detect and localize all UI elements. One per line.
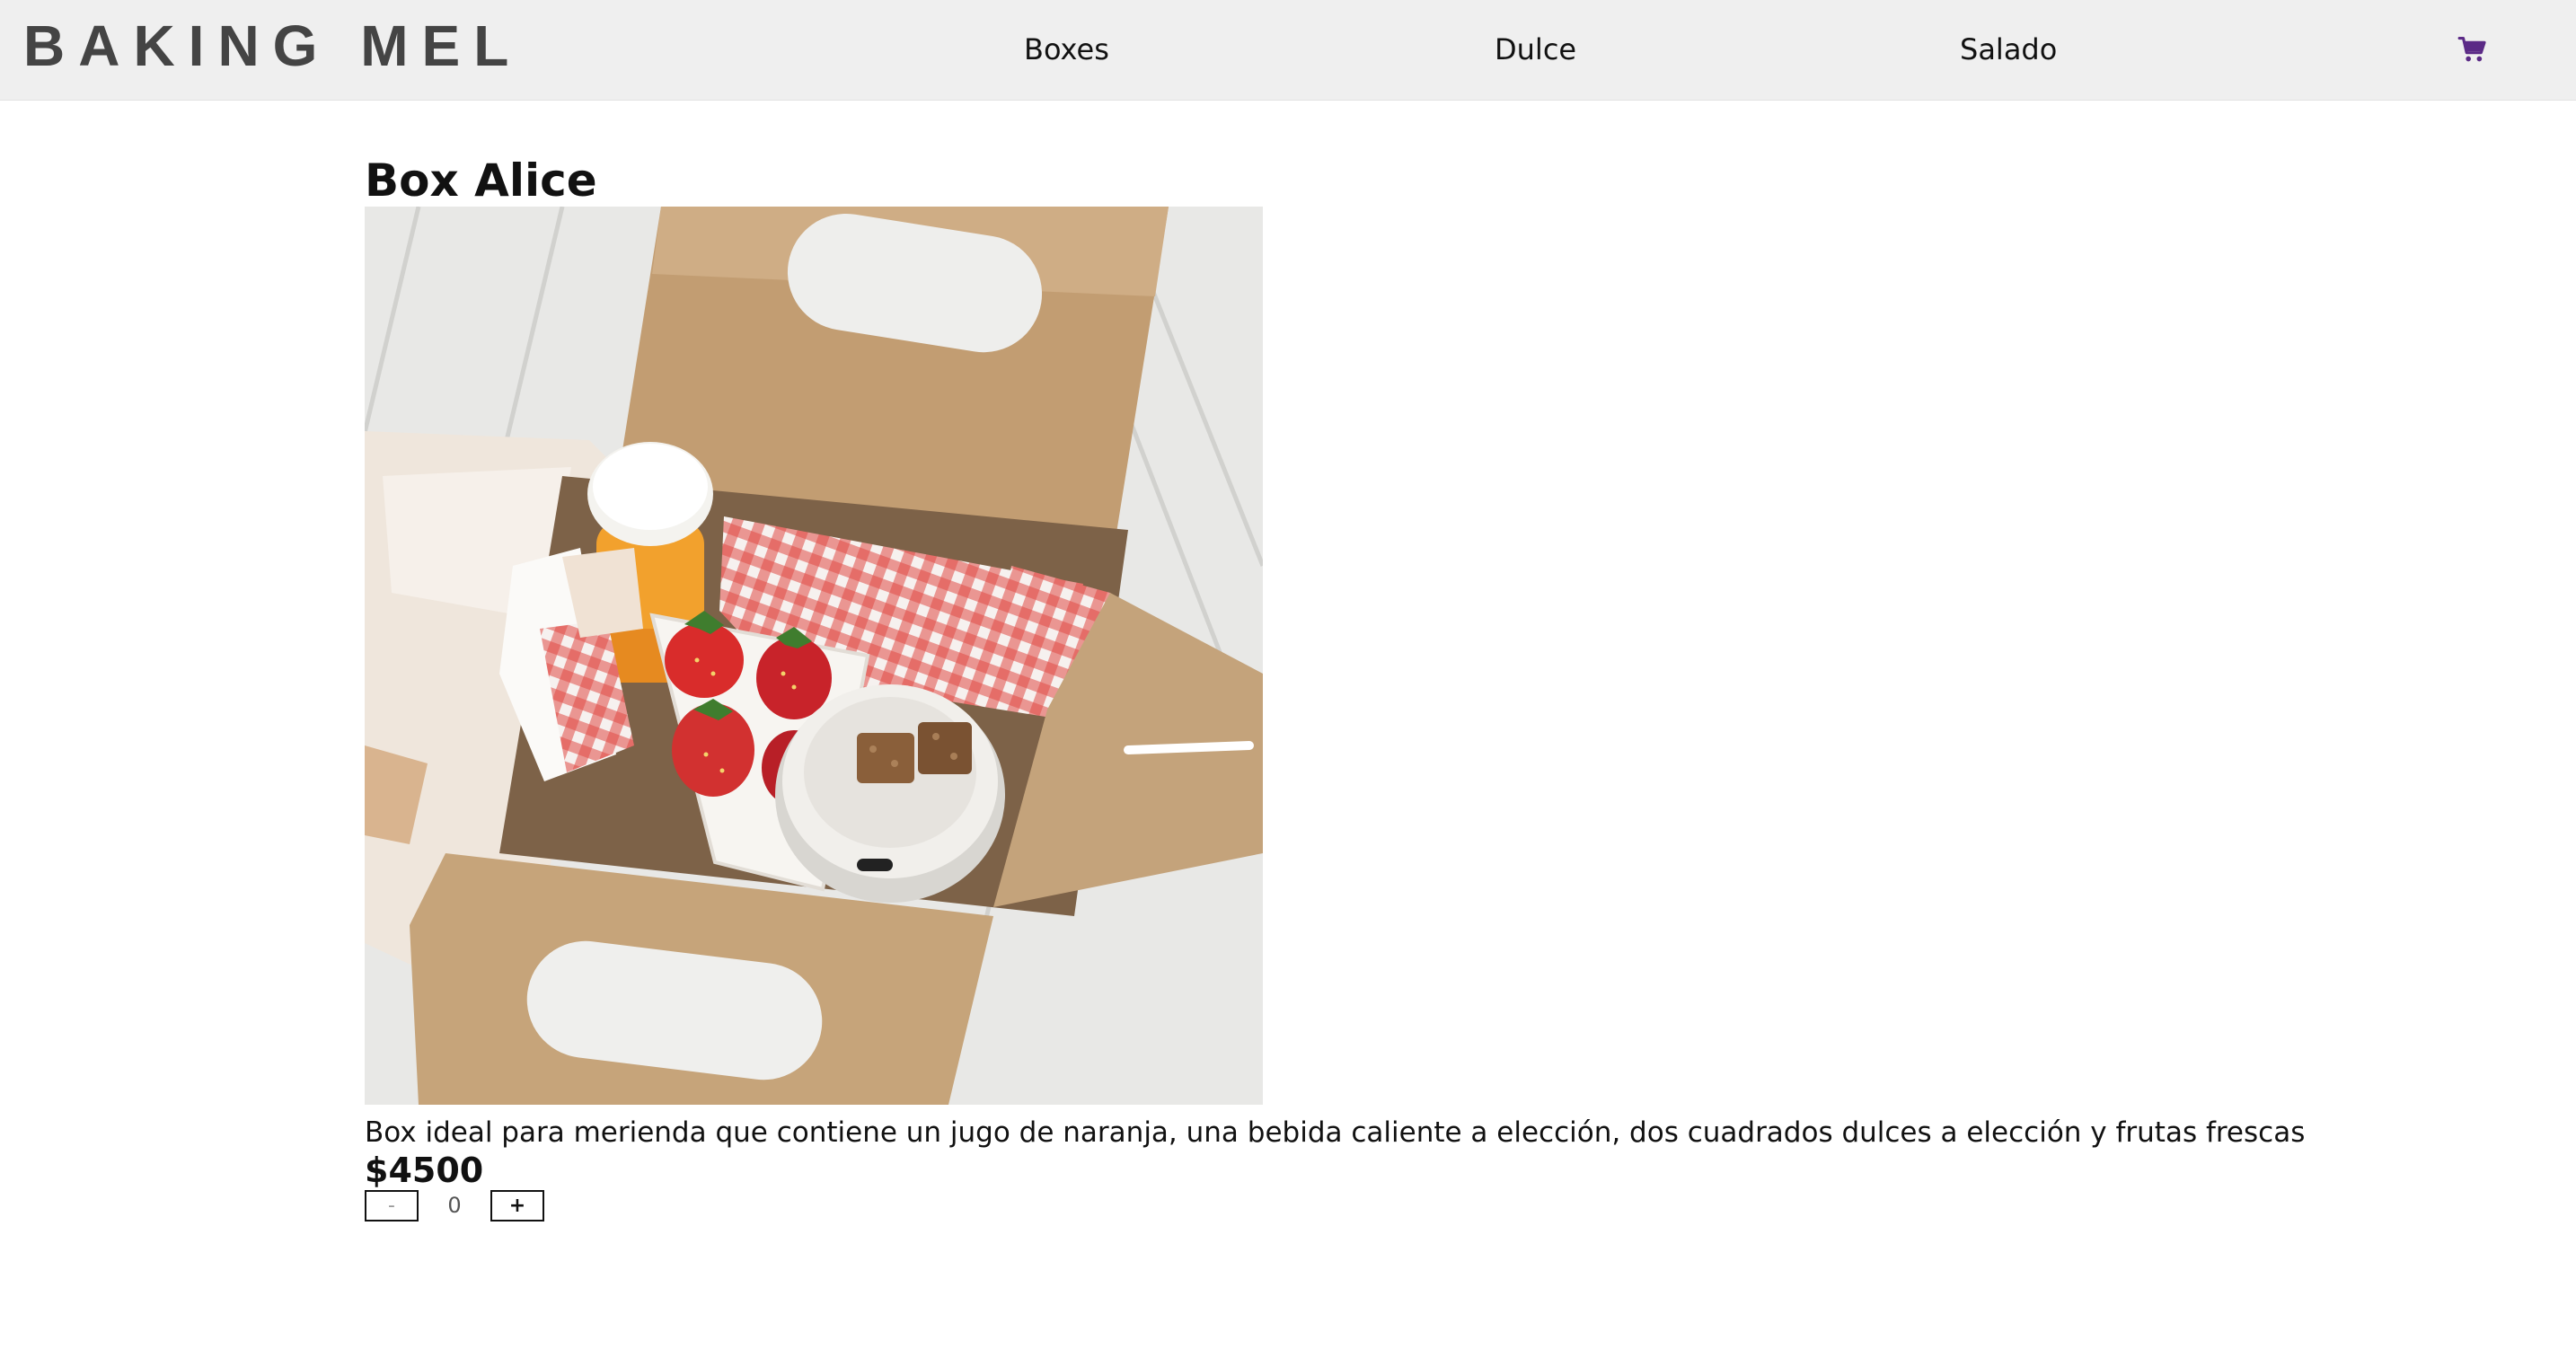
nav-item-boxes[interactable]: Boxes bbox=[1024, 27, 1109, 72]
quantity-value: 0 bbox=[447, 1193, 462, 1218]
product-price: $4500 bbox=[365, 1151, 484, 1190]
top-navbar: BAKING MEL Boxes Dulce Salado bbox=[0, 0, 2576, 101]
shopping-cart-icon[interactable] bbox=[2457, 34, 2488, 65]
decrement-button[interactable]: - bbox=[365, 1190, 419, 1221]
product-title: Box Alice bbox=[365, 154, 597, 207]
increment-button[interactable]: + bbox=[490, 1190, 544, 1221]
nav-item-salado[interactable]: Salado bbox=[1960, 27, 2057, 72]
quantity-stepper: - 0 + bbox=[365, 1190, 553, 1222]
product-description: Box ideal para merienda que contiene un … bbox=[365, 1116, 2306, 1149]
brand-logo[interactable]: BAKING MEL bbox=[23, 13, 522, 79]
nav-item-dulce[interactable]: Dulce bbox=[1495, 27, 1576, 72]
product-image bbox=[365, 207, 1263, 1105]
